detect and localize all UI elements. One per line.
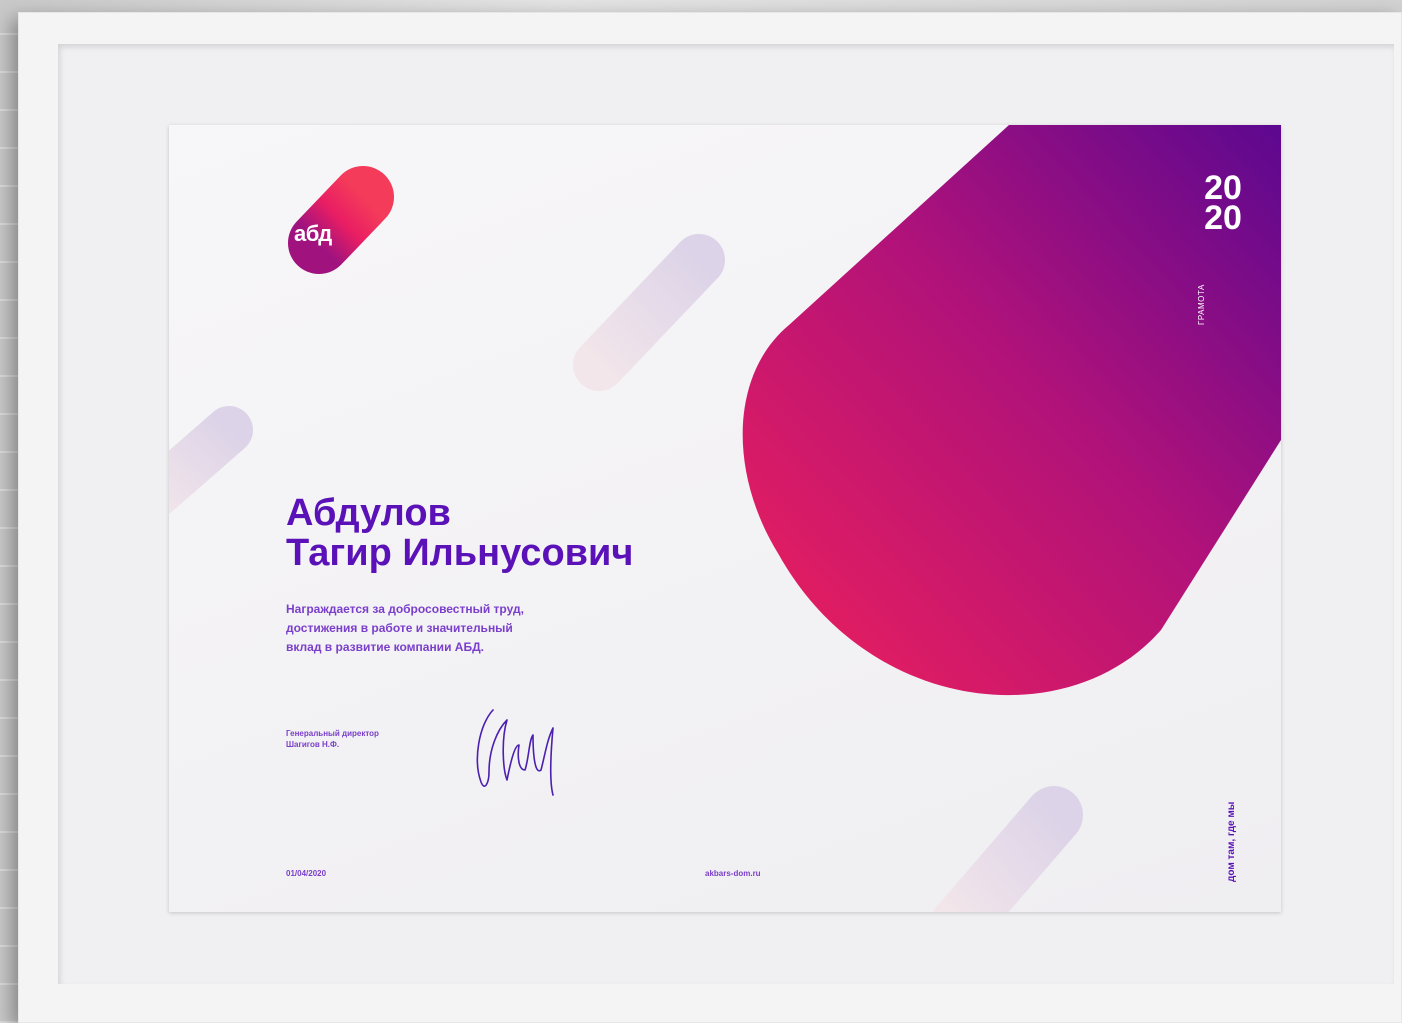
decor-pill-bottom	[933, 786, 1083, 912]
description-line-1: Награждается за добросовестный труд,	[286, 602, 524, 616]
abd-logo-icon	[288, 166, 394, 274]
year: 20 20	[1193, 171, 1253, 237]
website-link[interactable]: akbars-dom.ru	[705, 869, 761, 878]
slogan: дом там, где мы	[1226, 801, 1237, 882]
award-description: Награждается за добросовестный труд, дос…	[286, 600, 666, 657]
description-line-3: вклад в развитие компании АБД.	[286, 640, 484, 654]
director-block: Генеральный директор Шагигов Н.Ф.	[286, 728, 379, 750]
decor-pill-top	[573, 234, 725, 391]
decor-pill-left	[169, 406, 253, 515]
logo-text: абд	[294, 221, 332, 246]
year-line-2: 20	[1204, 199, 1242, 237]
director-name: Шагигов Н.Ф.	[286, 740, 340, 749]
document-type: ГРАМОТА	[1197, 284, 1206, 325]
certificate: абд 20 20 ГРАМОТА Абдулов Тагир Ильнусов…	[169, 125, 1281, 912]
signature-icon	[476, 709, 554, 796]
recipient-name: Абдулов Тагир Ильнусович	[286, 493, 633, 573]
award-date: 01/04/2020	[286, 869, 327, 878]
recipient-surname: Абдулов	[286, 492, 451, 534]
description-line-2: достижения в работе и значительный	[286, 621, 513, 635]
recipient-given-name: Тагир Ильнусович	[286, 532, 634, 574]
director-title: Генеральный директор	[286, 729, 379, 738]
